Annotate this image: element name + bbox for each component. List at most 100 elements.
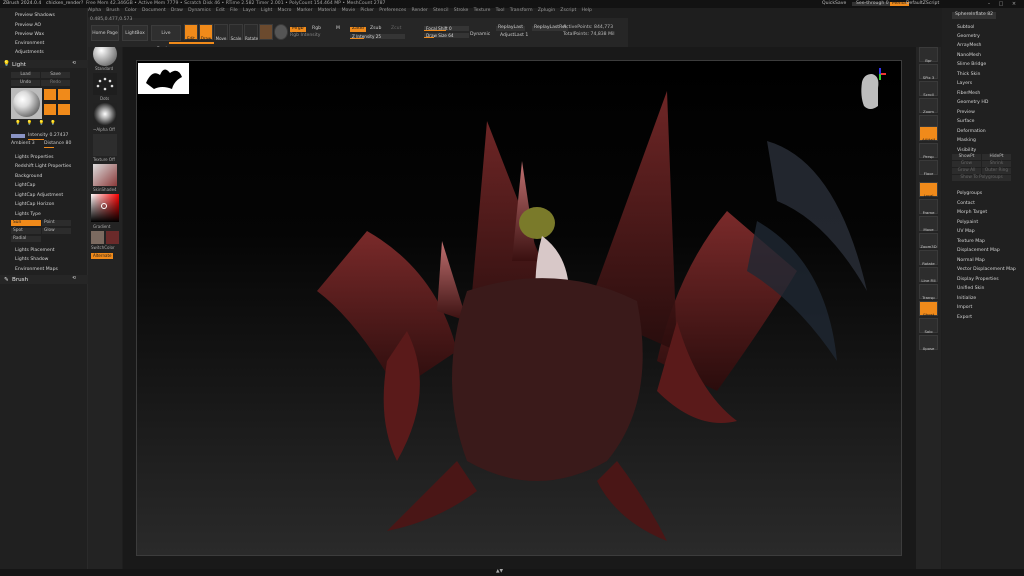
menu-dynamics[interactable]: Dynamics — [188, 8, 211, 14]
thick-skin-item[interactable]: Thick Skin — [957, 72, 980, 77]
light-load-button[interactable]: Load — [11, 72, 40, 78]
morph-target-item[interactable]: Morph Target — [957, 210, 987, 215]
import-item[interactable]: Import — [957, 305, 972, 310]
spix-button[interactable]: SPix 3 — [919, 64, 938, 80]
light-redo-button[interactable]: Redo — [41, 80, 70, 86]
light-sphere-preview[interactable] — [13, 90, 40, 117]
environment-item[interactable]: Environment — [15, 41, 44, 47]
uv-map-item[interactable]: UV Map — [957, 229, 975, 234]
menu-brush[interactable]: Brush — [106, 8, 119, 14]
light-slot-3-icon[interactable] — [44, 104, 56, 115]
draw-button[interactable]: Draw — [199, 24, 213, 41]
alternate-button[interactable]: Alternate — [91, 253, 114, 259]
move-button[interactable]: Move — [214, 24, 228, 41]
menu-preferences[interactable]: Preferences — [379, 8, 406, 14]
zoom-button[interactable]: Zoom — [919, 98, 938, 114]
switchcolor-button[interactable]: SwitchColor — [91, 246, 115, 250]
light-bulbs-row[interactable]: 💡💡💡💡 — [15, 121, 62, 127]
layers-item[interactable]: Layers — [957, 81, 972, 86]
menu-layer[interactable]: Layer — [243, 8, 256, 14]
default-zscript-button[interactable]: DefaultZScript — [906, 1, 939, 7]
alpha-thumbnail[interactable] — [93, 103, 117, 125]
scale-button[interactable]: Scale — [229, 24, 243, 41]
menu-alpha[interactable]: Alpha — [88, 8, 101, 14]
menu-zplugin[interactable]: Zplugin — [538, 8, 555, 14]
adjust-last-slider[interactable]: AdjustLast 1 — [500, 33, 528, 39]
lightcap-item[interactable]: LightCap — [15, 183, 35, 189]
light-save-button[interactable]: Save — [41, 72, 70, 78]
preview-shadows-item[interactable]: Preview Shadows — [15, 13, 55, 19]
frame-button[interactable]: Frame — [919, 199, 938, 215]
scroll-button[interactable]: Scroll — [919, 81, 938, 97]
unified-skin-item[interactable]: Unified Skin — [957, 286, 984, 291]
menu-movie[interactable]: Movie — [342, 8, 356, 14]
solo-button[interactable]: Solo — [919, 318, 938, 334]
zsub-button[interactable]: Zsub — [370, 26, 381, 32]
z-intensity-slider[interactable]: Z Intensity 25 — [350, 34, 405, 39]
light-slot-2-icon[interactable] — [58, 89, 70, 100]
geometry-item[interactable]: Geometry — [957, 34, 980, 39]
color-picker[interactable] — [91, 194, 119, 222]
menu-picker[interactable]: Picker — [360, 8, 374, 14]
texture-map-item[interactable]: Texture Map — [957, 239, 985, 244]
transp-button[interactable]: Transp — [919, 284, 938, 300]
model-render[interactable] — [137, 61, 903, 557]
live-boolean-button[interactable]: Live Boolean — [151, 25, 181, 52]
bottom-tray-toggle-icon[interactable]: ▲▼ — [496, 569, 503, 575]
menu-transform[interactable]: Transform — [510, 8, 533, 14]
xpose-button[interactable]: Xpose — [919, 335, 938, 351]
light-slot-1-icon[interactable] — [44, 89, 56, 100]
brush-header[interactable]: Brush — [12, 277, 28, 283]
persp-button[interactable]: Persp — [919, 143, 938, 159]
material-thumbnail[interactable] — [93, 164, 117, 186]
silhouette-thumbnail[interactable] — [138, 63, 189, 94]
polygroups-item[interactable]: Polygroups — [957, 191, 982, 196]
material-sphere-icon[interactable] — [259, 24, 273, 40]
rgb-intensity-slider[interactable]: Rgb Intensity — [290, 33, 320, 39]
lights-type-item[interactable]: Lights Type — [15, 212, 41, 218]
secondary-color-swatch[interactable] — [106, 231, 119, 244]
visibility-item[interactable]: Visibility — [957, 148, 976, 153]
close-icon[interactable]: × — [1009, 1, 1019, 7]
menu-color[interactable]: Color — [125, 8, 137, 14]
intensity-slider[interactable]: Intensity 0.27437 — [28, 133, 68, 139]
light-sphere-box[interactable] — [11, 88, 42, 119]
menu-stroke[interactable]: Stroke — [454, 8, 469, 14]
polypaint-item[interactable]: Polypaint — [957, 220, 978, 225]
quicksave-button[interactable]: QuickSave — [822, 1, 846, 7]
rotate-view-button[interactable]: Rotate — [919, 250, 938, 266]
light-slot-4-icon[interactable] — [58, 104, 70, 115]
lights-shadow-item[interactable]: Lights Shadow — [15, 257, 48, 263]
vector-displacement-map-item[interactable]: Vector Displacement Map — [957, 267, 1016, 272]
grow-all-button[interactable]: Grow All — [952, 168, 981, 174]
draw-size-slider[interactable]: Draw Size 64 — [424, 33, 469, 38]
zoom3d-button[interactable]: Zoom3D — [919, 233, 938, 249]
light-undo-button[interactable]: Undo — [11, 80, 40, 86]
menu-document[interactable]: Document — [142, 8, 166, 14]
hidept-button[interactable]: HidePt — [982, 154, 1011, 160]
maximize-icon[interactable]: □ — [996, 1, 1006, 7]
home-page-button[interactable]: Home Page — [91, 25, 119, 41]
background-item[interactable]: Background — [15, 174, 42, 180]
ghost-button[interactable]: Ghost — [919, 301, 938, 317]
glow-button[interactable]: Glow — [42, 228, 71, 234]
fibermesh-item[interactable]: FiberMesh — [957, 91, 980, 96]
redshift-light-properties-item[interactable]: Redshift Light Properties — [15, 164, 71, 170]
menu-zscript[interactable]: Zscript — [560, 8, 576, 14]
distance-slider[interactable]: Distance 80 — [44, 141, 71, 147]
refresh-icon[interactable]: ⟲ — [72, 61, 76, 67]
floor-button[interactable]: Floor — [919, 160, 938, 176]
lightcap-horizon-item[interactable]: LightCap Horizon — [15, 202, 54, 208]
rotate-button[interactable]: Rotate — [244, 24, 258, 41]
shrink-button[interactable]: Shrink — [982, 161, 1011, 167]
spot-button[interactable]: Spot — [11, 228, 41, 234]
display-properties-item[interactable]: Display Properties — [957, 277, 999, 282]
menu-help[interactable]: Help — [581, 8, 591, 14]
slime-bridge-item[interactable]: Slime Bridge — [957, 62, 986, 67]
adjustments-item[interactable]: Adjustments — [15, 50, 44, 56]
dynamic-button[interactable]: Dynamic — [470, 32, 490, 38]
aahalf-button[interactable]: AAHalf — [919, 126, 938, 142]
lights-placement-item[interactable]: Lights Placement — [15, 248, 55, 254]
nanomesh-item[interactable]: NanoMesh — [957, 53, 981, 58]
grow-button[interactable]: Grow — [952, 161, 981, 167]
